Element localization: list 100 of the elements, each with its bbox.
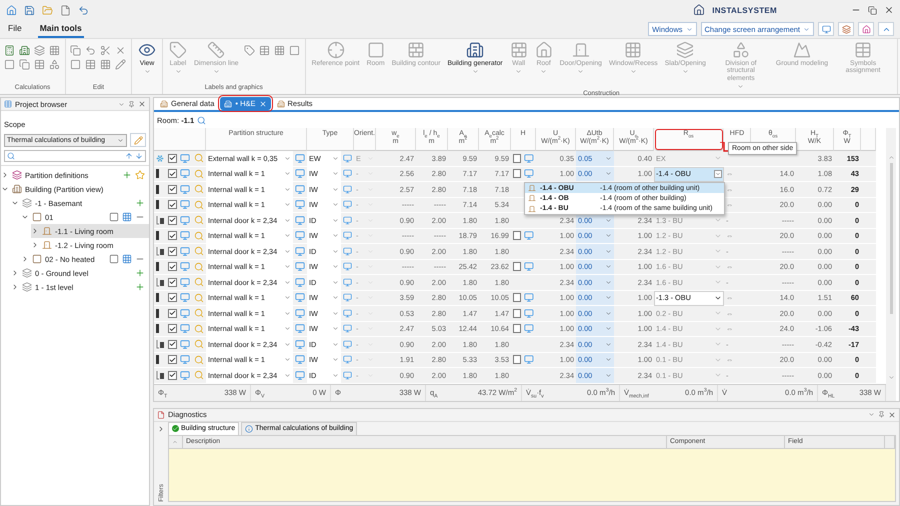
checkbox[interactable] — [513, 169, 522, 178]
scroll-up-icon[interactable] — [888, 154, 894, 161]
monitor-icon[interactable] — [343, 292, 352, 304]
checkbox[interactable] — [168, 184, 177, 194]
monitor-icon[interactable] — [524, 261, 534, 272]
search-icon[interactable] — [197, 116, 206, 124]
layers-button[interactable] — [838, 22, 854, 36]
checkbox[interactable] — [168, 324, 177, 334]
monitor-icon[interactable] — [343, 230, 352, 242]
monitor-icon[interactable] — [343, 152, 352, 164]
building-icon[interactable] — [19, 45, 30, 56]
expand-icon[interactable] — [11, 269, 19, 277]
home-icon[interactable] — [6, 4, 17, 16]
monitor-icon[interactable] — [295, 214, 305, 226]
checkbox[interactable] — [168, 355, 177, 364]
search-icon[interactable] — [194, 308, 204, 318]
shapes-icon[interactable] — [49, 59, 60, 70]
layers-icon[interactable] — [34, 45, 45, 56]
plus-icon[interactable] — [122, 170, 132, 180]
monitor-icon[interactable] — [524, 323, 534, 334]
checkbox[interactable] — [168, 278, 177, 287]
search-icon[interactable] — [194, 168, 204, 179]
checkbox[interactable] — [168, 262, 177, 272]
search-icon[interactable] — [194, 324, 204, 334]
checkbox[interactable] — [513, 154, 522, 163]
checkbox[interactable] — [168, 340, 177, 349]
search-icon[interactable] — [194, 200, 204, 210]
checkbox[interactable] — [168, 370, 177, 380]
grid-icon[interactable] — [122, 212, 132, 222]
copy-icon[interactable] — [19, 59, 30, 70]
monitor-icon[interactable] — [524, 292, 534, 304]
monitor-icon[interactable] — [295, 230, 305, 242]
square-icon[interactable] — [288, 45, 300, 56]
collapse-ribbon-button[interactable] — [878, 22, 894, 36]
checkbox[interactable] — [168, 308, 177, 318]
monitor-icon[interactable] — [343, 308, 352, 319]
monitor-icon[interactable] — [343, 168, 352, 180]
save-icon[interactable] — [24, 4, 35, 16]
undo-icon[interactable] — [85, 45, 96, 56]
collapse-icon[interactable] — [21, 213, 29, 221]
edit-button[interactable] — [130, 133, 146, 147]
arrow-up-icon[interactable] — [125, 152, 133, 160]
monitor-icon[interactable] — [295, 354, 305, 366]
grid-icon[interactable] — [49, 45, 60, 56]
monitor-icon[interactable] — [295, 338, 305, 350]
monitor-icon[interactable] — [295, 276, 305, 288]
sort-icon[interactable] — [172, 438, 178, 444]
square-icon[interactable] — [4, 59, 15, 70]
search-icon[interactable] — [194, 246, 204, 256]
monitor-icon[interactable] — [343, 354, 352, 366]
search-icon[interactable] — [194, 153, 204, 164]
scroll-thumb[interactable] — [890, 163, 892, 314]
tag-icon[interactable] — [244, 45, 255, 56]
plus-icon[interactable] — [135, 268, 145, 278]
collapse-icon[interactable] — [11, 199, 19, 207]
table-icon[interactable] — [85, 59, 96, 70]
search-icon[interactable] — [194, 184, 204, 194]
checkbox[interactable] — [513, 293, 522, 302]
monitor-icon[interactable] — [343, 214, 352, 226]
checkbox[interactable] — [168, 169, 177, 178]
checkbox[interactable] — [513, 262, 522, 272]
grid-icon[interactable] — [122, 254, 132, 264]
scroll-down-icon[interactable] — [888, 374, 894, 380]
expand-icon[interactable] — [21, 255, 29, 263]
pin-icon[interactable] — [878, 411, 885, 418]
undo-icon[interactable] — [78, 4, 89, 16]
dropdown-icon[interactable] — [868, 411, 875, 418]
pencil-icon[interactable] — [115, 59, 126, 70]
checkbox[interactable] — [168, 231, 177, 240]
square-icon[interactable] — [70, 59, 81, 70]
pin-icon[interactable] — [128, 100, 135, 108]
monitor-icon[interactable] — [343, 323, 352, 334]
monitor-icon[interactable] — [295, 246, 305, 257]
search-icon[interactable] — [194, 370, 204, 380]
monitor-icon[interactable] — [343, 338, 352, 350]
checkbox[interactable] — [513, 308, 522, 318]
menu-tab[interactable]: File — [6, 20, 24, 38]
dropdown-icon[interactable] — [118, 100, 125, 108]
search-field[interactable] — [4, 150, 146, 162]
monitor-icon[interactable] — [295, 308, 305, 319]
search-icon[interactable] — [194, 215, 204, 226]
grid-icon[interactable] — [100, 59, 111, 70]
checkbox[interactable] — [168, 246, 177, 256]
monitor-icon[interactable] — [343, 246, 352, 257]
search-icon[interactable] — [194, 230, 204, 241]
search-icon[interactable] — [194, 339, 204, 350]
monitor-icon[interactable] — [343, 370, 352, 381]
restore-icon[interactable] — [868, 6, 877, 14]
table-icon[interactable] — [34, 59, 45, 70]
monitor-icon[interactable] — [295, 184, 305, 195]
folder-icon[interactable] — [42, 4, 53, 16]
monitor-icon[interactable] — [524, 168, 534, 180]
file-icon[interactable] — [60, 4, 71, 16]
monitor-icon[interactable] — [524, 230, 534, 242]
monitor-icon[interactable] — [295, 152, 305, 164]
expand-icon[interactable] — [157, 424, 165, 432]
copy-icon[interactable] — [70, 45, 81, 56]
close-icon[interactable] — [884, 5, 894, 15]
expand-icon[interactable] — [1, 171, 9, 179]
monitor-icon[interactable] — [295, 370, 305, 381]
